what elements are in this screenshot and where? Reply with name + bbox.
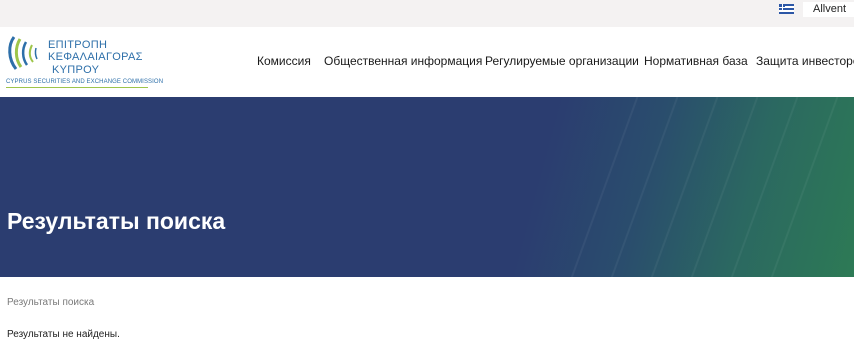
banner-decoration [719,97,803,277]
logo-subtitle: CYPRUS SECURITIES AND EXCHANGE COMMISSIO… [6,79,164,85]
banner-decoration [559,97,643,277]
nav-item-public-information[interactable]: Общественная информация [324,54,482,68]
top-utility-bar [0,0,854,27]
nav-item-legal-framework[interactable]: Нормативная база [644,54,748,68]
banner-decoration [599,97,683,277]
nav-item-investor-protection[interactable]: Защита инвесторов [756,54,854,68]
banner-decoration [759,97,843,277]
page-banner: Результаты поиска [0,97,854,277]
language-label[interactable]: Allvent [813,2,846,17]
nav-item-commission[interactable]: Комиссия [257,54,311,68]
logo-text-line3[interactable]: ΚΥΠΡΟΥ [52,65,99,76]
no-results-message: Результаты не найдены. [7,329,120,340]
banner-decoration [639,97,723,277]
page-title: Результаты поиска [7,208,226,234]
nav-item-regulated-entities[interactable]: Регулируемые организации [485,54,639,68]
logo-mark-icon[interactable] [6,33,48,75]
breadcrumb: Результаты поиска [7,297,95,308]
greek-flag-icon[interactable] [779,4,794,14]
logo-underline [6,87,148,88]
logo-text-line1[interactable]: ΕΠΙΤΡΟΠΗ [48,40,107,51]
logo-text-line2[interactable]: ΚΕΦΑΛΑΙΑΓΟΡΑΣ [48,52,143,63]
banner-decoration [679,97,763,277]
